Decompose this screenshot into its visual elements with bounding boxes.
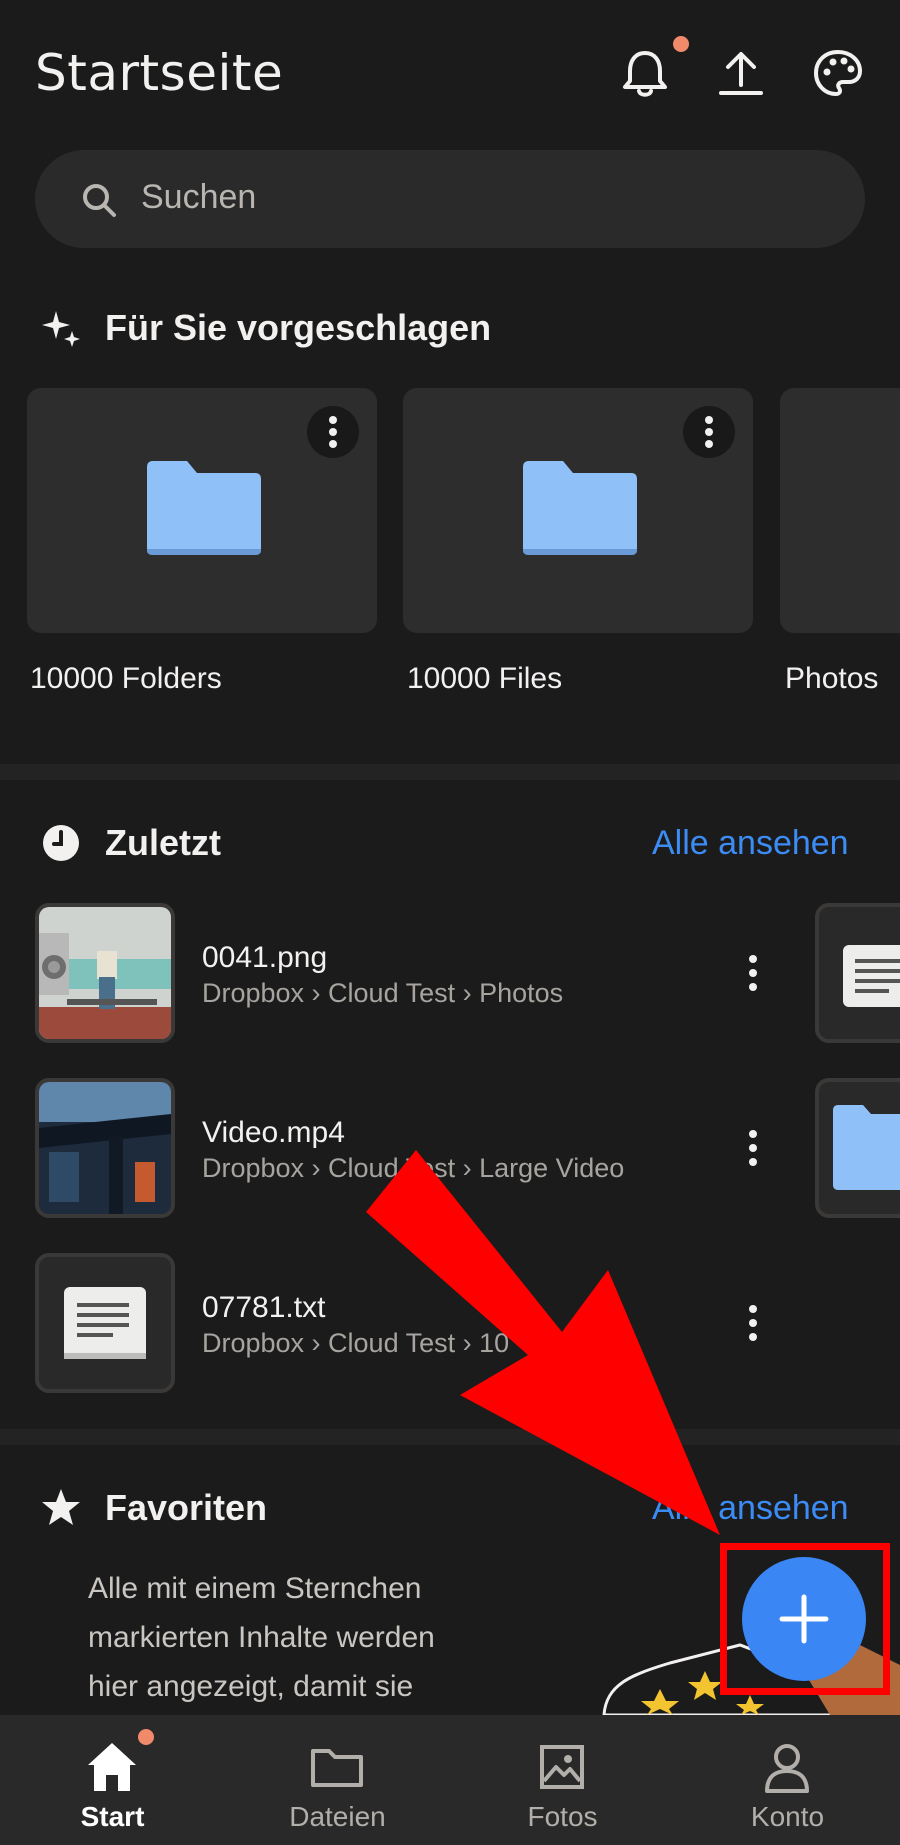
section-divider (0, 764, 900, 780)
suggested-label: 10000 Folders (30, 662, 222, 695)
folder-thumbnail[interactable] (815, 1078, 900, 1218)
notification-dot (673, 36, 689, 52)
nav-label: Start (80, 1801, 145, 1832)
star-icon (40, 1486, 82, 1528)
sparkle-icon (40, 307, 82, 349)
bell-icon[interactable] (617, 45, 673, 101)
nav-item-fotos[interactable]: Fotos (450, 1715, 675, 1845)
text-file-thumbnail[interactable] (35, 1253, 175, 1393)
search-bar[interactable]: Suchen (35, 150, 865, 248)
page-title: Startseite (35, 44, 284, 102)
home-icon (82, 1737, 142, 1797)
nav-label: Fotos (527, 1801, 598, 1832)
recent-title: Zuletzt (105, 822, 221, 863)
suggested-card[interactable] (27, 388, 377, 633)
more-options-icon[interactable] (307, 406, 359, 458)
nav-label: Dateien (289, 1801, 386, 1832)
recent-see-all-link[interactable]: Alle ansehen (652, 824, 849, 863)
more-options-icon[interactable] (735, 1118, 771, 1178)
nav-item-konto[interactable]: Konto (675, 1715, 900, 1845)
nav-item-start[interactable]: Start (0, 1715, 225, 1845)
image-thumbnail[interactable] (35, 903, 175, 1043)
file-path: Dropbox › Cloud Test › Photos (202, 978, 564, 1008)
folder-icon (307, 1737, 367, 1797)
search-input[interactable]: Suchen (141, 178, 256, 217)
more-options-icon[interactable] (735, 943, 771, 1003)
video-thumbnail[interactable] (35, 1078, 175, 1218)
suggested-label: 10000 Files (407, 662, 563, 695)
annotation-arrow (360, 1150, 740, 1555)
favorites-title: Favoriten (105, 1487, 268, 1528)
suggested-card[interactable] (780, 388, 900, 633)
upload-icon[interactable] (713, 45, 769, 101)
folder-icon (147, 461, 261, 560)
folder-icon (523, 461, 637, 560)
search-icon (79, 180, 119, 220)
file-name[interactable]: 0041.png (202, 941, 327, 975)
file-name[interactable]: 07781.txt (202, 1291, 325, 1325)
notification-dot (138, 1729, 154, 1745)
file-name[interactable]: Video.mp4 (202, 1116, 345, 1150)
nav-item-dateien[interactable]: Dateien (225, 1715, 450, 1845)
account-icon (757, 1737, 817, 1797)
suggested-title: Für Sie vorgeschlagen (105, 307, 492, 348)
suggested-card[interactable] (403, 388, 753, 633)
more-options-icon[interactable] (735, 1293, 771, 1353)
text-file-thumbnail[interactable] (815, 903, 900, 1043)
annotation-highlight-box (720, 1543, 890, 1695)
palette-icon[interactable] (810, 45, 866, 101)
nav-label: Konto (750, 1801, 825, 1832)
bottom-navigation: Start Dateien Fotos Konto (0, 1715, 900, 1845)
clock-icon (40, 822, 82, 864)
more-options-icon[interactable] (683, 406, 735, 458)
favorites-empty-text: Alle mit einem Sternchen markierten Inha… (88, 1572, 435, 1703)
photo-icon (532, 1737, 592, 1797)
suggested-label: Photos (785, 662, 879, 695)
